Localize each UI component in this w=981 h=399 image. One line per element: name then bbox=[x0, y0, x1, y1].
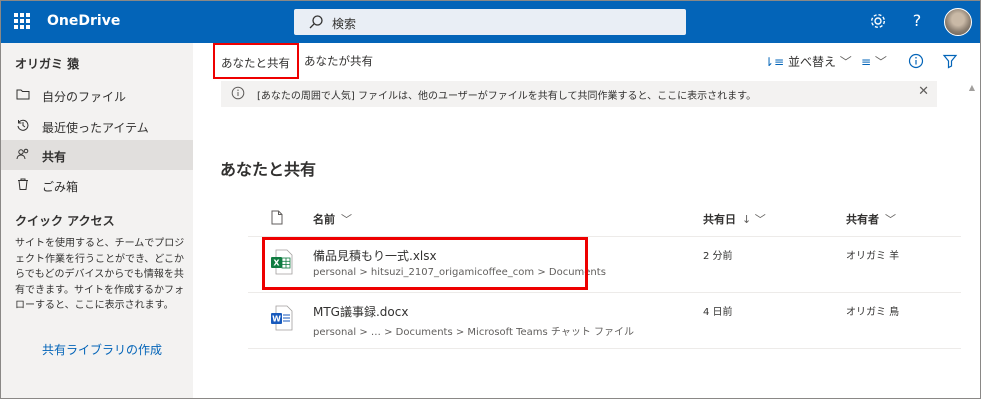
column-header-label: 共有日 bbox=[703, 213, 736, 226]
sidebar-item-label: 共有 bbox=[42, 150, 67, 164]
sort-icon: ⇂≡ bbox=[764, 55, 785, 69]
history-icon bbox=[17, 119, 29, 131]
tab-label: あなたと共有 bbox=[221, 56, 290, 70]
file-path: personal > … > Documents > Microsoft Tea… bbox=[313, 327, 634, 338]
sidebar-item-label: 最近使ったアイテム bbox=[42, 121, 149, 135]
avatar[interactable] bbox=[944, 8, 972, 36]
shared-date: 2 分前 bbox=[703, 251, 733, 262]
view-options-button[interactable]: ≡ ﹀ bbox=[861, 53, 887, 70]
search-input[interactable]: 検索 bbox=[332, 15, 356, 32]
chevron-down-icon: ﹀ bbox=[839, 55, 852, 69]
column-header-label: 名前 bbox=[313, 213, 335, 226]
sort-button[interactable]: ⇂≡ 並べ替え ﹀ bbox=[764, 53, 852, 70]
file-path: personal > hitsuzi_2107_origamicoffee_co… bbox=[313, 267, 606, 278]
word-file-icon: W bbox=[271, 305, 293, 331]
search-icon bbox=[309, 15, 323, 29]
app-name[interactable]: OneDrive bbox=[47, 13, 120, 29]
file-type-icon[interactable] bbox=[271, 210, 283, 225]
table-row[interactable]: W MTG議事録.docx personal > … > Documents >… bbox=[248, 293, 961, 349]
file-name[interactable]: 備品見積もり一式.xlsx bbox=[313, 247, 437, 264]
column-header-label: 共有者 bbox=[846, 213, 879, 226]
sidebar-item-my-files[interactable]: 自分のファイル bbox=[0, 80, 193, 110]
column-header-shared-by[interactable]: 共有者 ﹀ bbox=[846, 211, 896, 227]
chevron-down-icon: ﹀ bbox=[885, 213, 896, 226]
svg-text:W: W bbox=[272, 315, 281, 324]
shared-by: オリガミ 羊 bbox=[846, 251, 900, 262]
column-header-name[interactable]: 名前 ﹀ bbox=[313, 211, 352, 227]
tab-shared-with-you[interactable]: あなたと共有 bbox=[213, 43, 299, 79]
tab-shared-by-you[interactable]: あなたが共有 bbox=[304, 53, 373, 69]
shared-by: オリガミ 鳥 bbox=[846, 307, 900, 318]
sidebar-item-label: 自分のファイル bbox=[42, 90, 127, 104]
chevron-down-icon: ﹀ bbox=[874, 55, 887, 69]
waffle-icon[interactable] bbox=[14, 13, 30, 29]
gear-icon[interactable] bbox=[869, 12, 887, 30]
create-shared-library-link[interactable]: 共有ライブラリの作成 bbox=[42, 341, 162, 358]
info-icon[interactable] bbox=[908, 53, 924, 69]
file-name[interactable]: MTG議事録.docx bbox=[313, 303, 408, 320]
sidebar-item-label: ごみ箱 bbox=[42, 180, 79, 194]
column-header-shared-date[interactable]: 共有日 ↓ ﹀ bbox=[703, 211, 766, 227]
shared-date: 4 日前 bbox=[703, 307, 733, 318]
sidebar-item-recent[interactable]: 最近使ったアイテム bbox=[0, 111, 193, 141]
svg-text:X: X bbox=[273, 259, 280, 268]
people-icon bbox=[16, 148, 29, 160]
trash-icon bbox=[18, 178, 28, 190]
page-title: あなたと共有 bbox=[220, 160, 317, 179]
sidebar-item-recycle-bin[interactable]: ごみ箱 bbox=[0, 170, 193, 200]
close-icon[interactable]: ✕ bbox=[918, 84, 929, 99]
main-content: あなたと共有 あなたが共有 ⇂≡ 並べ替え ﹀ ≡ ﹀ [あなたの周囲で人気] … bbox=[193, 43, 981, 399]
banner-text: [あなたの周囲で人気] ファイルは、他のユーザーがファイルを共有して共同作業する… bbox=[257, 91, 757, 102]
filter-icon[interactable] bbox=[942, 53, 958, 69]
chevron-down-icon: ﹀ bbox=[341, 213, 352, 226]
sort-label: 並べ替え bbox=[787, 55, 836, 69]
folder-icon bbox=[16, 89, 30, 100]
list-view-icon: ≡ bbox=[861, 55, 872, 69]
scroll-up-arrow[interactable]: ▲ bbox=[969, 83, 975, 92]
help-icon[interactable]: ? bbox=[908, 12, 926, 30]
excel-file-icon: X bbox=[271, 249, 293, 275]
sidebar-item-shared[interactable]: 共有 bbox=[0, 140, 193, 170]
info-banner: [あなたの周囲で人気] ファイルは、他のユーザーがファイルを共有して共同作業する… bbox=[221, 81, 937, 107]
user-name: オリガミ 猿 bbox=[15, 57, 80, 71]
table-row[interactable]: X 備品見積もり一式.xlsx personal > hitsuzi_2107_… bbox=[248, 237, 961, 293]
search-box[interactable]: 検索 bbox=[294, 9, 686, 35]
info-icon bbox=[231, 86, 245, 100]
sort-down-arrow-icon: ↓ ﹀ bbox=[742, 213, 766, 226]
quick-access-description: サイトを使用すると、チームでプロジェクト作業を行うことができ、どこからでもどのデ… bbox=[15, 238, 185, 311]
quick-access-title: クイック アクセス bbox=[15, 214, 115, 228]
sidebar: オリガミ 猿 自分のファイル 最近使ったアイテム 共有 ごみ箱 クイック アクセ… bbox=[0, 43, 193, 399]
top-bar: OneDrive 検索 ? bbox=[0, 0, 981, 43]
